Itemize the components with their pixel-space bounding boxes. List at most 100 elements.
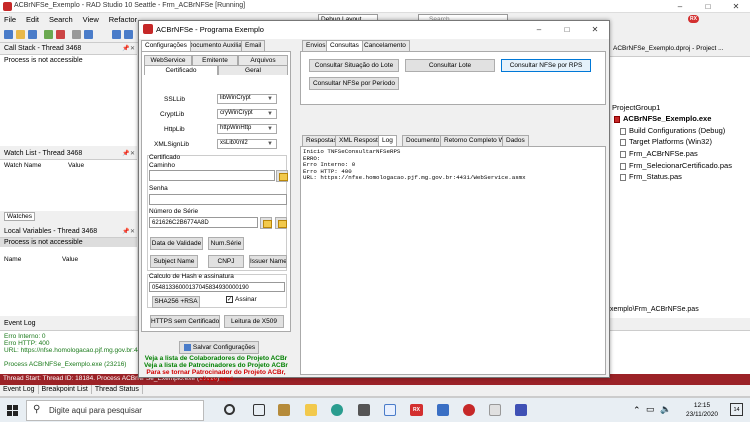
tab-thread-status[interactable]: Thread Status: [92, 385, 143, 394]
tab-breakpoint-list[interactable]: Breakpoint List: [39, 385, 92, 394]
layout-icon[interactable]: [124, 30, 133, 39]
tab-arquivos[interactable]: Arquivos: [238, 55, 288, 65]
volume-icon[interactable]: 🔈: [660, 404, 671, 415]
app-icon[interactable]: [463, 404, 475, 416]
pin-icon[interactable]: 📌: [122, 150, 129, 157]
close-icon[interactable]: ✕: [130, 228, 135, 235]
tab-documento-auxiliar[interactable]: Documento Auxiliar: [184, 40, 248, 51]
close-icon[interactable]: ✕: [130, 45, 135, 52]
tree-item-frm-selecionar[interactable]: Frm_SelecionarCertificado.pas: [620, 161, 732, 170]
rad-studio-taskbar-icon[interactable]: RX: [410, 404, 423, 416]
browse-cert-button[interactable]: [275, 217, 287, 229]
menu-search[interactable]: Search: [45, 13, 77, 24]
save-all-icon[interactable]: [112, 30, 121, 39]
trace-icon[interactable]: [84, 30, 93, 39]
tab-log[interactable]: Log: [378, 135, 397, 146]
maximize-button[interactable]: □: [694, 0, 722, 13]
pin-icon[interactable]: 📌: [122, 45, 129, 52]
edge-icon[interactable]: [331, 404, 343, 416]
tab-documento[interactable]: Documento: [402, 135, 444, 146]
tree-item-build-config[interactable]: Build Configurations (Debug): [620, 126, 725, 135]
new-icon[interactable]: [4, 30, 13, 39]
project-group[interactable]: ProjectGroup1: [612, 103, 660, 112]
log-memo[interactable]: Inicio TNFSeConsultarNFSeRPS ERRO: Erro …: [300, 146, 606, 375]
hash-input[interactable]: 05481336000137045834930000190: [149, 282, 285, 292]
tab-event-log[interactable]: Event Log: [0, 385, 39, 394]
tab-certificado[interactable]: Certificado: [144, 65, 218, 75]
form-minimize-button[interactable]: –: [525, 23, 553, 36]
serie-input[interactable]: 621626C2B6774A8D: [149, 217, 258, 228]
project-exe[interactable]: ACBrNFSe_Exemplo.exe: [614, 114, 711, 123]
tree-item-frm-acbrnfse[interactable]: Frm_ACBrNFSe.pas: [620, 149, 698, 158]
tab-webservice[interactable]: WebService: [144, 55, 192, 65]
senha-input[interactable]: [149, 194, 287, 205]
windows-start-icon[interactable]: [7, 405, 18, 416]
menu-refactor[interactable]: Refactor: [105, 13, 141, 24]
select-cert-button[interactable]: [260, 217, 272, 229]
https-sem-certificado-button[interactable]: HTTPS sem Certificado: [150, 315, 220, 328]
caminho-input[interactable]: [149, 170, 275, 181]
clique-aqui-link[interactable]: clique aqui: [141, 376, 291, 383]
colaboradores-link[interactable]: Veja a lista de Colaboradores do Projeto…: [141, 355, 291, 362]
sha256-button[interactable]: SHA256 +RSA: [152, 296, 200, 308]
consultar-situacao-lote-button[interactable]: Consultar Situação do Lote: [309, 59, 399, 72]
tab-configuracoes[interactable]: Configurações: [141, 40, 191, 51]
tab-emitente[interactable]: Emitente: [192, 55, 238, 65]
app-icon[interactable]: [278, 404, 290, 416]
step-icon[interactable]: [72, 30, 81, 39]
local-name-header[interactable]: Name: [4, 256, 21, 263]
close-icon[interactable]: ✕: [130, 150, 135, 157]
app-icon[interactable]: [489, 404, 501, 416]
xmlsignlib-combo[interactable]: xsLibXml2 ▼: [217, 139, 277, 149]
tab-cancelamento[interactable]: Cancelamento: [360, 40, 410, 51]
tornar-patrocinador-link[interactable]: Para se tornar Patrocinador do Projeto A…: [141, 369, 291, 376]
tab-email[interactable]: Email: [241, 40, 266, 51]
tab-dados[interactable]: Dados: [502, 135, 529, 146]
ssllib-combo[interactable]: libWinCrypt ▼: [217, 94, 277, 104]
consultar-nfse-rps-button[interactable]: Consultar NFSe por RPS: [501, 59, 591, 72]
open-icon[interactable]: [16, 30, 25, 39]
run-icon[interactable]: [44, 30, 53, 39]
watches-tab[interactable]: Watches: [4, 212, 36, 221]
assinar-checkbox[interactable]: ✓: [226, 296, 233, 303]
watch-name-header[interactable]: Watch Name: [4, 162, 41, 169]
menu-view[interactable]: View: [79, 13, 103, 24]
minimize-button[interactable]: –: [666, 0, 694, 13]
leitura-x509-button[interactable]: Leitura de X509: [224, 315, 284, 328]
tab-consultas[interactable]: Consultas: [326, 40, 363, 51]
tree-item-frm-status[interactable]: Frm_Status.pas: [620, 172, 682, 181]
network-icon[interactable]: ▭: [646, 404, 655, 415]
browse-folder-button[interactable]: [276, 170, 288, 182]
num-serie-button[interactable]: Num.Série: [208, 237, 244, 250]
app-icon[interactable]: [437, 404, 449, 416]
notification-icon[interactable]: 14: [730, 403, 743, 416]
form-close-button[interactable]: ✕: [581, 23, 609, 36]
cryptlib-combo[interactable]: cryWinCrypt ▼: [217, 109, 277, 119]
menu-edit[interactable]: Edit: [22, 13, 43, 24]
chevron-up-icon[interactable]: ⌃: [633, 405, 641, 416]
tab-geral[interactable]: Geral: [218, 65, 288, 75]
task-view-icon[interactable]: [253, 404, 265, 416]
menu-file[interactable]: File: [0, 13, 20, 24]
subject-name-button[interactable]: Subject Name: [150, 255, 198, 268]
tree-item-target-platforms[interactable]: Target Platforms (Win32): [620, 137, 712, 146]
salvar-configuracoes-button[interactable]: Salvar Configurações: [179, 341, 259, 354]
user-badge[interactable]: RX: [688, 15, 699, 23]
app-icon[interactable]: [384, 404, 396, 416]
stop-icon[interactable]: [56, 30, 65, 39]
consultar-lote-button[interactable]: Consultar Lote: [405, 59, 495, 72]
cortana-icon[interactable]: [224, 404, 235, 415]
store-icon[interactable]: [358, 404, 370, 416]
app-icon[interactable]: [515, 404, 527, 416]
form-maximize-button[interactable]: □: [553, 23, 581, 36]
pin-icon[interactable]: 📌: [122, 228, 129, 235]
issuer-name-button[interactable]: Issuer Name: [249, 255, 287, 268]
file-explorer-icon[interactable]: [305, 404, 317, 416]
local-value-header[interactable]: Value: [62, 256, 78, 263]
project-tab[interactable]: ACBrNFSe_Exemplo.dproj - Project ...: [613, 45, 724, 52]
cnpj-button[interactable]: CNPJ: [208, 255, 244, 268]
data-validade-button[interactable]: Data de Validade: [150, 237, 203, 250]
httplib-combo[interactable]: httpWinHttp ▼: [217, 124, 277, 134]
save-icon[interactable]: [28, 30, 37, 39]
patrocinadores-link[interactable]: Veja a lista de Patrocinadores do Projet…: [141, 362, 291, 369]
